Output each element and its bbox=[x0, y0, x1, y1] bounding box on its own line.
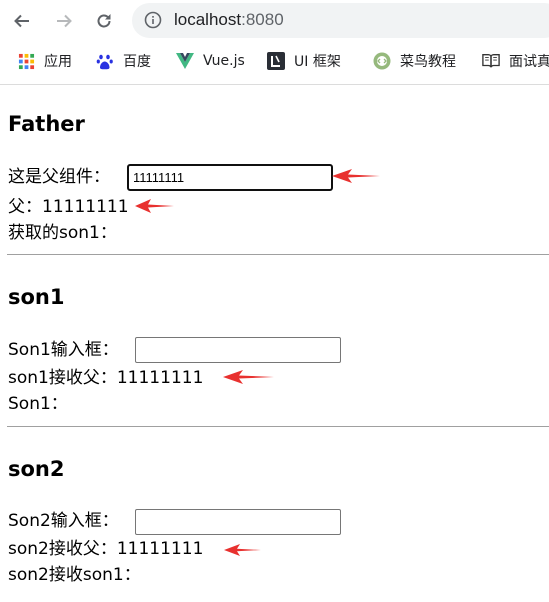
son1-title: son1 bbox=[8, 285, 65, 309]
section-divider bbox=[7, 254, 549, 255]
red-arrow-icon bbox=[223, 370, 274, 384]
bookmark-label: 应用 bbox=[44, 54, 72, 70]
son2-input-label: Son2输入框： bbox=[8, 511, 119, 531]
arrow-right-icon bbox=[57, 14, 72, 28]
forward-button[interactable] bbox=[50, 7, 78, 35]
red-arrow-icon bbox=[224, 544, 261, 556]
book-icon bbox=[482, 52, 500, 70]
father-display-row: 父：11111111 bbox=[8, 196, 129, 218]
son2-son1-label: son2接收son1： bbox=[8, 565, 141, 585]
son2-son1-row: son2接收son1： bbox=[8, 564, 141, 586]
bookmark-label: Vue.js bbox=[203, 53, 245, 69]
bookmark-label: UI 框架 bbox=[294, 54, 341, 70]
bookmarks-bar: 应用 百度 Vue.js UI 框架 菜鸟教程 面试真 bbox=[0, 49, 549, 75]
section-divider bbox=[7, 426, 549, 427]
son2-input[interactable] bbox=[135, 509, 341, 535]
son1-input-label: Son1输入框： bbox=[8, 340, 119, 360]
son1-self-row: Son1： bbox=[8, 393, 68, 415]
father-son1-row: 获取的son1： bbox=[8, 222, 117, 244]
runoob-icon bbox=[373, 52, 391, 70]
son1-receive-label: son1接收父： bbox=[8, 368, 117, 388]
father-display-value: 11111111 bbox=[42, 197, 129, 217]
son2-title: son2 bbox=[8, 457, 65, 481]
url-host: localhost bbox=[174, 10, 242, 29]
bookmark-apps[interactable]: 应用 bbox=[17, 49, 72, 73]
son2-receive-row: son2接收父：11111111 bbox=[8, 538, 203, 560]
reload-button[interactable] bbox=[90, 7, 118, 35]
url-port: :8080 bbox=[241, 10, 284, 29]
father-input[interactable] bbox=[127, 164, 333, 191]
father-input-label: 这是父组件： bbox=[8, 167, 110, 187]
reload-icon bbox=[97, 14, 111, 28]
bookmark-runoob[interactable]: 菜鸟教程 bbox=[373, 49, 456, 73]
father-input-row: 这是父组件： bbox=[8, 166, 110, 188]
son1-input-row: Son1输入框： bbox=[8, 339, 119, 361]
address-bar[interactable]: localhost:8080 bbox=[132, 3, 549, 38]
father-son1-label: 获取的son1： bbox=[8, 223, 117, 243]
bookmark-interview[interactable]: 面试真 bbox=[482, 49, 549, 73]
bookmark-baidu[interactable]: 百度 bbox=[96, 49, 151, 73]
father-title: Father bbox=[8, 112, 85, 136]
url-text: localhost:8080 bbox=[174, 10, 284, 30]
father-display-label: 父： bbox=[8, 197, 42, 217]
baidu-paw-icon bbox=[96, 52, 114, 70]
ui-framework-icon bbox=[267, 52, 285, 70]
red-arrow-icon bbox=[135, 199, 174, 213]
arrow-left-icon bbox=[14, 14, 29, 28]
bookmark-ui-framework[interactable]: UI 框架 bbox=[267, 49, 341, 73]
son2-input-row: Son2输入框： bbox=[8, 510, 119, 532]
browser-chrome: localhost:8080 应用 百度 Vue.js UI 框架 菜鸟教程 面… bbox=[0, 0, 549, 85]
back-button[interactable] bbox=[8, 7, 36, 35]
vue-logo-icon bbox=[176, 52, 194, 70]
bookmark-label: 菜鸟教程 bbox=[400, 54, 456, 70]
info-icon[interactable] bbox=[144, 11, 162, 29]
bookmark-vue[interactable]: Vue.js bbox=[176, 49, 245, 73]
son1-self-label: Son1： bbox=[8, 394, 68, 414]
apps-grid-icon bbox=[17, 52, 35, 70]
bookmark-label: 百度 bbox=[123, 54, 151, 70]
son2-receive-label: son2接收父： bbox=[8, 539, 117, 559]
red-arrow-icon bbox=[332, 169, 380, 183]
son1-receive-value: 11111111 bbox=[116, 368, 204, 388]
bookmark-label: 面试真 bbox=[509, 54, 549, 70]
son1-input[interactable] bbox=[135, 337, 341, 363]
son1-receive-row: son1接收父：11111111 bbox=[8, 367, 203, 389]
son2-receive-value: 11111111 bbox=[116, 539, 204, 559]
